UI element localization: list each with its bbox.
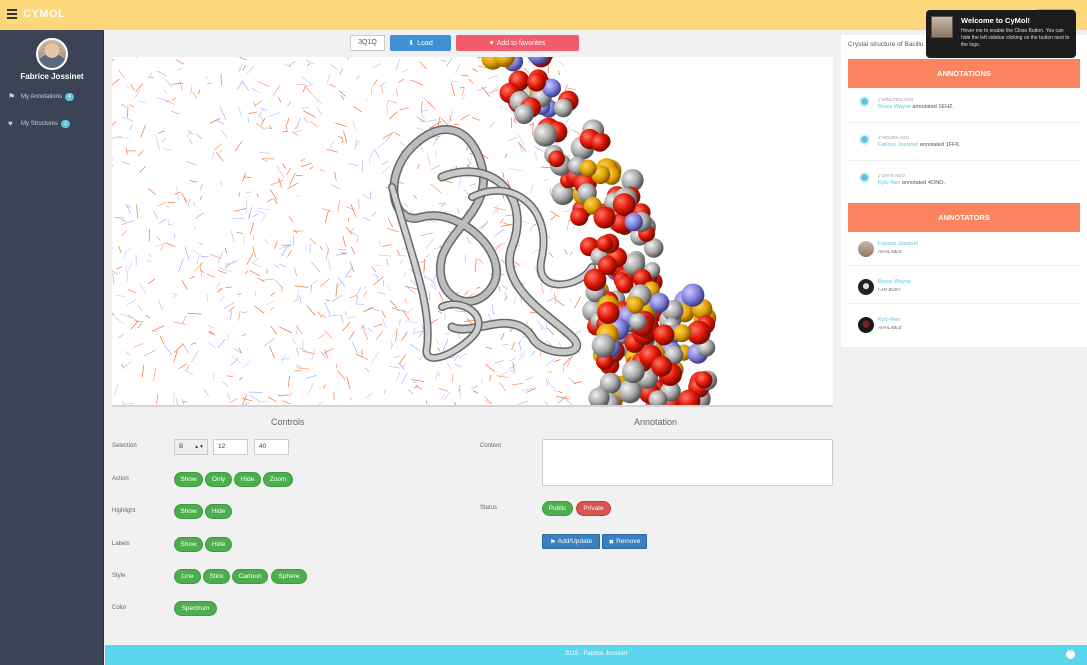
timeline-text: Bruce Wayne annotated 1EHZ.: [878, 104, 954, 110]
sidebar-item-structures[interactable]: ♥ My Structures 3: [8, 118, 70, 130]
download-icon: ⬇: [408, 40, 415, 47]
user-name: Fabrice Jossinet: [20, 72, 84, 81]
annotator-status: AVAILABLE: [878, 249, 902, 254]
sidebar-item-annotations[interactable]: ⚑ My Annotations 4: [8, 91, 74, 103]
labels-show-button[interactable]: Show: [174, 537, 203, 552]
add-update-label: Add/Update: [557, 538, 593, 545]
sidebar-item-label: My Structures: [21, 121, 59, 127]
favorites-label: Add to favorites: [496, 39, 546, 47]
timeline-time: 2 MINUTES AGO: [878, 97, 914, 102]
avatar[interactable]: [858, 317, 874, 333]
tooltip-body: Hover me to enable the Close Button. You…: [961, 28, 1070, 48]
tag-icon: ⚑: [8, 92, 16, 101]
highlight-show-button[interactable]: Show: [174, 504, 203, 519]
style-label: Style: [112, 573, 126, 579]
tooltip-title: Welcome to CyMol!: [961, 16, 1031, 25]
action-only-button[interactable]: Only: [205, 472, 232, 487]
labels-label: Labels: [112, 541, 130, 547]
annotator-name[interactable]: Kylo Ren: [878, 317, 900, 323]
annotators-header: ANNOTATORS: [848, 203, 1080, 232]
footer: 2015 - Fabrice Jossinet: [105, 645, 1087, 665]
selection-label: Selection: [112, 443, 137, 449]
color-label: Color: [112, 605, 127, 611]
timeline-user-link[interactable]: Kylo Ren: [878, 180, 900, 186]
right-panel: Crystal structure of Bacillu ANNOTATIONS…: [841, 35, 1087, 347]
timeline-action: annotated 4ONO.: [900, 180, 945, 186]
status-public-button[interactable]: Public: [542, 501, 573, 516]
style-sphere-button[interactable]: Sphere: [271, 569, 307, 584]
clock-icon: [859, 96, 870, 107]
annotation-title: Annotation: [634, 417, 678, 427]
style-stick-button[interactable]: Stick: [203, 569, 230, 584]
load-label: Load: [417, 39, 433, 47]
sidebar-item-label: My Annotations: [21, 94, 63, 100]
arrow-up-icon[interactable]: ⌃: [1066, 650, 1075, 659]
avatar[interactable]: [858, 279, 874, 295]
timeline-time: 2 DAYS AGO: [878, 173, 905, 178]
load-button[interactable]: ⬇ Load: [390, 35, 451, 51]
selection-start-input[interactable]: 12: [213, 439, 248, 455]
action-show-button[interactable]: Show: [174, 472, 203, 487]
highlight-label: Highlight: [112, 508, 136, 514]
annotator-name[interactable]: Fabrice Jossinet: [878, 241, 918, 247]
timeline-action: annotated 1FFK.: [918, 142, 961, 148]
status-private-button[interactable]: Private: [576, 501, 611, 516]
highlight-hide-button[interactable]: Hide: [205, 504, 232, 519]
chain-select[interactable]: B ▲▼: [174, 439, 208, 455]
labels-hide-button[interactable]: Hide: [205, 537, 232, 552]
timeline-user-link[interactable]: Bruce Wayne: [878, 104, 911, 110]
count-badge: 3: [61, 120, 70, 128]
annotator-status: AVAILABLE: [878, 325, 902, 330]
timeline-text: Kylo Ren annotated 4ONO.: [878, 180, 945, 186]
timeline-time: 3 HOURS AGO: [878, 135, 910, 140]
annotator-status: I AM BUSY: [878, 287, 901, 292]
content-label: Content: [480, 443, 502, 449]
heart-icon: ♥: [8, 119, 13, 128]
action-zoom-button[interactable]: Zoom: [263, 472, 293, 487]
chain-value: B: [179, 443, 184, 450]
molecule-viewer[interactable]: [112, 57, 833, 407]
remove-button[interactable]: ✖ Remove: [602, 534, 647, 549]
app-logo[interactable]: CYMOL: [23, 8, 65, 20]
clock-icon: [859, 134, 870, 145]
menu-icon[interactable]: [7, 9, 17, 19]
sidebar: Fabrice Jossinet ⚑ My Annotations 4 ♥ My…: [0, 30, 104, 665]
main-content: 3Q1Q ⬇ Load ♥ Add to favorites Controls …: [105, 30, 840, 645]
structure-title: Crystal structure of Bacillu: [848, 41, 924, 48]
avatar[interactable]: [858, 241, 874, 257]
tag-icon: ⚑: [549, 538, 556, 546]
annotation-content-textarea[interactable]: [542, 439, 833, 486]
add-to-favorites-button[interactable]: ♥ Add to favorites: [456, 35, 579, 51]
pdb-id-input[interactable]: 3Q1Q: [350, 35, 385, 51]
divider: [848, 160, 1080, 161]
remove-label: Remove: [616, 538, 641, 545]
avatar[interactable]: [36, 38, 68, 70]
selection-end-input[interactable]: 40: [254, 439, 289, 455]
top-bar: CYMOL: [0, 0, 1087, 30]
annotations-header: ANNOTATIONS: [848, 59, 1080, 88]
timeline-action: annotated 1EHZ.: [910, 104, 954, 110]
style-cartoon-button[interactable]: Cartoon: [232, 569, 268, 584]
divider: [848, 303, 1080, 304]
clock-icon: [859, 172, 870, 183]
welcome-tooltip[interactable]: Welcome to CyMol! Hover me to enable the…: [926, 10, 1076, 58]
avatar: [931, 16, 953, 38]
timeline-user-link[interactable]: Fabrice Jossinet: [878, 142, 918, 148]
divider: [848, 122, 1080, 123]
timeline-text: Fabrice Jossinet annotated 1FFK.: [878, 142, 961, 148]
color-spectrum-button[interactable]: Spectrum: [174, 601, 217, 616]
molecule-render: [112, 57, 718, 405]
count-badge: 4: [65, 93, 74, 101]
select-arrows-icon: ▲▼: [194, 444, 204, 450]
divider: [848, 265, 1080, 266]
add-update-button[interactable]: ⚑ Add/Update: [542, 534, 600, 549]
controls-title: Controls: [271, 417, 305, 427]
close-icon: ✖: [608, 538, 615, 546]
heart-icon: ♥: [489, 39, 494, 47]
status-label: Status: [480, 505, 498, 511]
annotator-name[interactable]: Bruce Wayne: [878, 279, 911, 285]
action-label: Action: [112, 476, 129, 482]
action-hide-button[interactable]: Hide: [234, 472, 261, 487]
style-line-button[interactable]: Line: [174, 569, 201, 584]
